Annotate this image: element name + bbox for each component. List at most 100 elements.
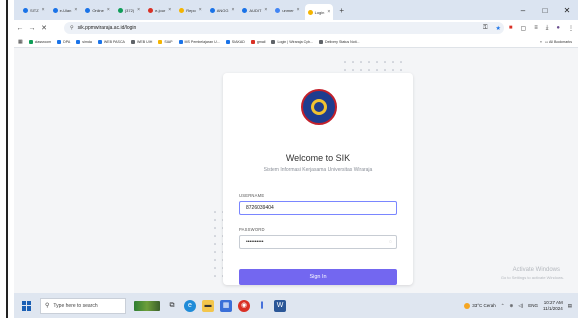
network-icon[interactable]: ⊕ [510,303,514,309]
activate-windows-title: Activate Windows [512,267,560,273]
tab-favicon [148,7,154,13]
close-tab-icon[interactable]: × [137,7,140,13]
weather-widget[interactable]: 33°C Cerah [464,302,496,309]
bookmarks-overflow-icon[interactable]: » [540,40,542,44]
address-toolbar: ← → ✕ ⚲ sik.ppmwiraraja.ac.id/login ⚿ ★ … [14,20,578,36]
username-input[interactable]: 8726039404 [239,201,397,215]
address-bar[interactable]: ⚲ sik.ppmwiraraja.ac.id/login [64,22,504,34]
close-icon[interactable]: ✕ [38,24,50,32]
close-tab-icon[interactable]: × [107,7,110,13]
forward-arrow-icon[interactable]: → [26,25,38,32]
tab-label: Repo [186,7,196,13]
task-view-icon[interactable]: ⧉ [166,300,178,312]
password-input[interactable]: •••••••••• ◌ [239,235,397,249]
tab-label: e-Ulan [59,7,72,13]
bookmark-item[interactable]: SIAKAD [225,39,245,44]
maximize-button[interactable]: □ [534,6,556,15]
chrome-icon[interactable]: ◉ [238,299,250,312]
close-tab-icon[interactable]: × [74,7,77,13]
clock[interactable]: 10:27 AM 11/1/2024 [543,300,563,311]
url-text: sik.ppmwiraraja.ac.id/login [77,25,137,31]
extension-icon[interactable]: ■ [509,25,513,31]
bookmark-item[interactable]: WEB PASCA [97,39,125,44]
browser-tab[interactable]: e-Ulan × [50,3,81,17]
close-tab-icon[interactable]: × [199,7,202,13]
system-tray: 33°C Cerah ⌃ ⊕ ◁) ENG 10:27 AM 11/1/2024 … [464,293,572,318]
browser-tab-strip: SITZ × e-Ulan × Online × (372) × e-jour × Rep… [14,0,578,20]
bookmark-item[interactable]: WEB UIH [130,39,153,44]
sidepanel-icon[interactable]: ▢ [521,25,527,32]
show-password-icon[interactable]: ◌ [389,236,392,248]
volume-icon[interactable]: ◁) [518,303,523,309]
language-indicator[interactable]: ENG [528,303,538,308]
star-icon[interactable]: ★ [496,25,501,32]
bookmark-favicon [158,39,163,44]
toolbar-icons: ⚿ ★ ■ ▢ ≡ ⤓ ● ⋮ [483,22,574,34]
browser-tab-active[interactable]: Login × [304,4,334,20]
left-divider-line [6,0,8,318]
site-info-icon[interactable]: ⚲ [70,25,74,31]
all-bookmarks[interactable]: » ▭ All Bookmarks [540,40,572,44]
taskbar-search-box[interactable]: ⚲ Type here to search [40,297,126,314]
download-icon[interactable]: ⤓ [546,25,549,32]
bookmark-item[interactable]: DPA [57,39,70,44]
password-label: PASSWORD [239,227,265,232]
activate-windows-hint: Go to Settings to activate Windows. [500,275,564,280]
close-tab-icon[interactable]: × [297,7,300,13]
tab-favicon [85,7,91,13]
bookmark-item[interactable]: gmail [250,39,265,44]
bookmark-item[interactable]: Login | Wiraraja Cyb... [271,39,313,44]
search-placeholder: Type here to search [53,302,98,309]
tab-favicon [23,7,28,13]
tab-label: ANGG [216,7,229,13]
close-tab-icon[interactable]: × [264,7,267,13]
weather-text: 33°C Cerah [472,303,496,308]
file-explorer-icon[interactable]: ▬ [202,299,214,312]
close-window-button[interactable]: ✕ [556,6,578,15]
close-tab-icon[interactable]: × [168,7,171,13]
menu-kebab-icon[interactable]: ⋮ [568,25,574,32]
news-widget-image[interactable] [134,300,160,311]
close-tab-icon[interactable]: × [327,9,330,15]
bookmark-item[interactable]: classroom [28,39,51,44]
tab-label: Online [92,7,104,13]
sun-icon [464,302,471,309]
clock-time: 10:27 AM [543,300,563,305]
back-arrow-icon[interactable]: ← [14,25,26,32]
close-tab-icon[interactable]: × [231,7,234,13]
close-tab-icon[interactable]: × [42,7,45,13]
tab-label: e-jour [155,7,166,13]
bookmark-label: simda [82,39,92,44]
chevron-up-icon[interactable]: ⌃ [501,303,505,309]
browser-tab[interactable]: (372) × [115,3,143,17]
bookmark-favicon [28,39,33,44]
apps-grid-icon[interactable]: ▦ [18,39,23,45]
browser-tab[interactable]: ANGG × [207,3,238,17]
browser-tab[interactable]: Online × [82,3,112,17]
browser-tab[interactable]: e-jour × [145,3,174,17]
browser-tab[interactable]: Repo × [176,3,204,17]
browser-tab[interactable]: AUDIT × [239,3,270,17]
bookmark-item[interactable]: simda [76,39,92,44]
browser-tab[interactable]: unmer × [272,3,302,17]
new-tab-button[interactable]: + [339,6,344,15]
bookmark-favicon [57,39,62,44]
bookmark-item[interactable]: SIAP [158,39,173,44]
reading-icon[interactable]: ≡ [534,25,538,31]
bookmark-label: WEB UIH [136,39,153,44]
word-icon[interactable]: W [274,299,286,312]
bookmark-favicon [178,39,183,44]
bookmark-item[interactable]: MS Pembelajaran U... [178,39,220,44]
pen-app-icon[interactable]: ∥ [256,300,268,312]
app-subtitle: Sistem Informasi Kerjasama Universitas W… [263,167,373,173]
minimize-button[interactable]: – [512,6,534,15]
sign-in-button[interactable]: Sign In [239,269,397,285]
browser-tab[interactable]: SITZ × [20,3,48,17]
key-icon[interactable]: ⚿ [483,25,488,32]
start-button[interactable] [22,300,32,311]
profile-avatar-icon[interactable]: ● [556,25,560,31]
bookmark-item[interactable]: Delivery Status Noti... [318,39,360,44]
store-icon[interactable]: ▦ [220,299,232,312]
notification-icon[interactable]: ▤ [568,303,572,309]
edge-icon[interactable]: e [184,299,196,312]
